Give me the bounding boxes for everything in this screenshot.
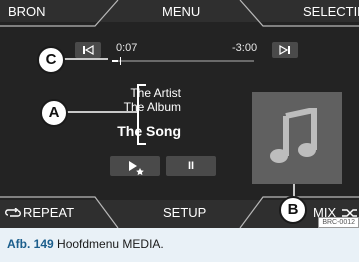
- album-name: The Album: [123, 100, 181, 114]
- progress-tick: [120, 57, 121, 65]
- remaining-time: -3:00: [232, 42, 258, 54]
- song-title: The Song: [117, 123, 181, 139]
- next-button[interactable]: [272, 42, 298, 58]
- source-tab[interactable]: BRON: [8, 5, 46, 19]
- repeat-icon: [5, 208, 21, 217]
- menu-tab[interactable]: MENU: [162, 5, 200, 19]
- callout-b: B: [279, 196, 307, 224]
- callout-c: C: [37, 46, 65, 74]
- figure-caption: Afb. 149 Hoofdmenu MEDIA.: [7, 237, 164, 251]
- play-star-icon: [129, 161, 144, 176]
- previous-button[interactable]: [75, 42, 101, 58]
- artist-name: The Artist: [130, 86, 181, 100]
- setup-button[interactable]: SETUP: [163, 206, 206, 220]
- callout-a: A: [40, 99, 68, 127]
- figure-text: Hoofdmenu MEDIA.: [57, 237, 164, 251]
- progress-fill: [112, 60, 118, 62]
- skip-back-icon: [83, 44, 94, 56]
- skip-forward-icon: [279, 44, 290, 56]
- elapsed-time: 0:07: [116, 42, 138, 54]
- media-screen: BRON MENU SELECTIE 0:07 -3:00 The Artist…: [0, 0, 359, 228]
- image-code: BRC-0012: [318, 217, 359, 228]
- music-note-icon: [270, 108, 317, 163]
- progress-bar[interactable]: [112, 57, 254, 65]
- pause-button[interactable]: II: [166, 156, 216, 176]
- play-favorite-button[interactable]: [110, 156, 160, 176]
- repeat-button[interactable]: REPEAT: [23, 206, 74, 220]
- select-tab[interactable]: SELECTIE: [303, 5, 359, 19]
- figure-number: Afb. 149: [7, 237, 54, 251]
